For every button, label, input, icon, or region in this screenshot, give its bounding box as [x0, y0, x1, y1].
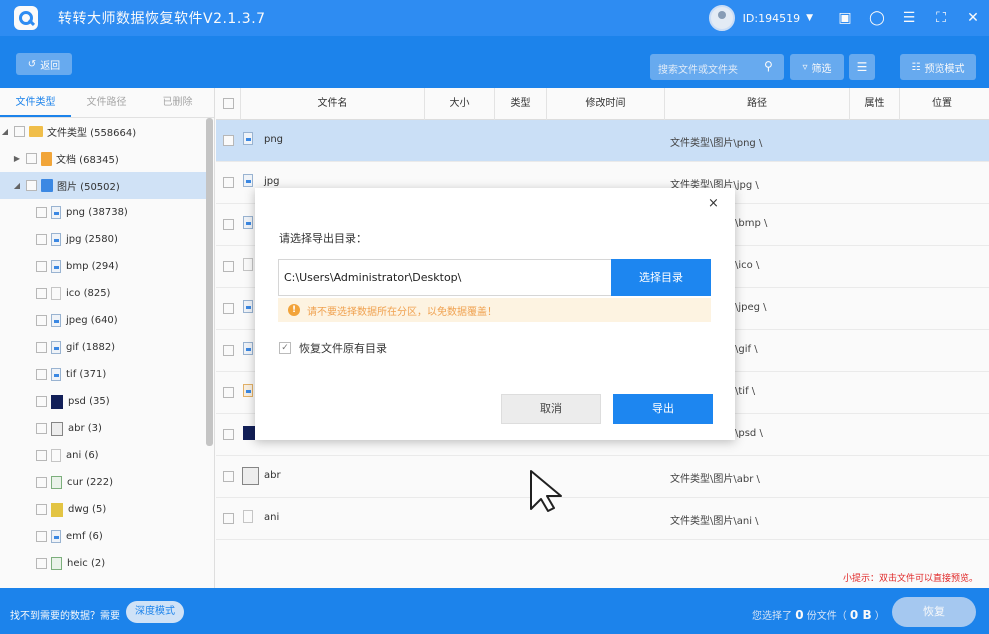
- keep-structure-checkbox[interactable]: ✓: [279, 342, 291, 354]
- close-icon[interactable]: ×: [708, 196, 719, 211]
- export-button[interactable]: 导出: [613, 394, 713, 424]
- keep-structure-option[interactable]: ✓ 恢复文件原有目录: [279, 340, 387, 356]
- export-dialog: × 请选择导出目录： 选择目录 ! 请不要选择数据所在分区，以免数据覆盖！ ✓ …: [255, 188, 735, 440]
- keep-structure-label: 恢复文件原有目录: [299, 342, 387, 355]
- warning-bar: ! 请不要选择数据所在分区，以免数据覆盖！: [278, 298, 711, 322]
- export-path-input[interactable]: [278, 259, 612, 296]
- warning-icon: !: [288, 304, 300, 316]
- choose-dir-button[interactable]: 选择目录: [611, 259, 711, 296]
- cancel-button[interactable]: 取消: [501, 394, 601, 424]
- export-dir-label: 请选择导出目录：: [279, 232, 367, 245]
- warning-text: 请不要选择数据所在分区，以免数据覆盖！: [307, 306, 497, 318]
- mouse-cursor-icon: [530, 470, 562, 512]
